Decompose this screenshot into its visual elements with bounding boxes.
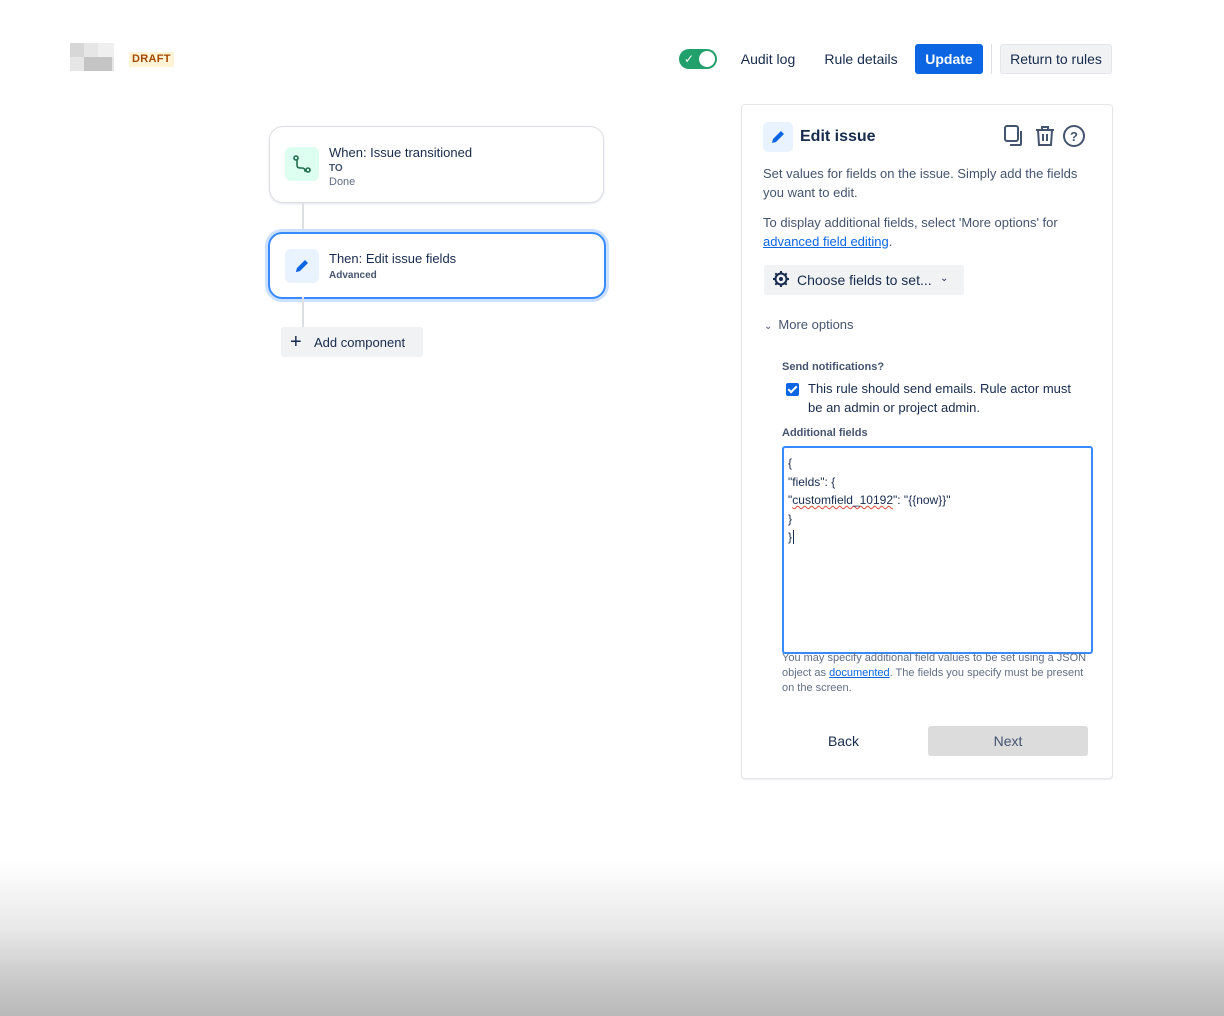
copy-icon[interactable] [1003,124,1027,148]
toggle-knob [699,51,715,67]
chevron-down-icon: ⌄ [764,321,773,332]
header-divider [991,44,992,74]
send-notifications-label: Send notifications? [782,361,885,373]
check-icon: ✓ [684,52,695,66]
chevron-down-icon: ⌄ [940,273,949,284]
panel-description: Set values for fields on the issue. Simp… [763,166,1078,200]
additional-fields-label: Additional fields [782,427,868,439]
action-sub-label: Advanced [329,270,377,281]
transition-icon [285,147,319,181]
return-to-rules-button[interactable]: Return to rules [1000,44,1112,74]
choose-fields-dropdown[interactable]: Choose fields to set... ⌄ [764,265,964,295]
pencil-icon [285,249,319,283]
trigger-sub-value: Done [329,176,356,188]
additional-fields-help: You may specify additional field values … [782,652,1087,694]
documented-link[interactable]: documented [829,667,890,679]
trigger-card[interactable]: When: Issue transitioned TO Done [269,126,604,203]
send-notifications-checkbox[interactable] [786,383,799,396]
add-component-button[interactable]: + Add component [281,327,423,357]
send-notifications-text: This rule should send emails. Rule actor… [808,381,1072,415]
add-component-label: Add component [314,335,406,350]
panel-description-2: To display additional fields, select 'Mo… [763,215,1058,249]
trigger-title: When: Issue transitioned [329,145,473,160]
update-button[interactable]: Update [915,44,983,74]
next-button[interactable]: Next [928,726,1088,756]
panel-title: Edit issue [800,128,876,145]
flow-connector-2 [302,297,304,327]
svg-text:?: ? [1070,129,1078,144]
choose-fields-label: Choose fields to set... [797,272,932,288]
additional-fields-textarea[interactable]: { "fields": { "customfield_10192": "{{no… [782,446,1093,654]
trash-icon[interactable] [1033,124,1057,148]
rule-details-button[interactable]: Rule details [817,44,905,74]
rule-enabled-toggle[interactable]: ✓ [679,49,717,69]
draft-badge: DRAFT [129,52,174,67]
trigger-sub-label: TO [329,163,343,174]
action-card[interactable]: Then: Edit issue fields Advanced [268,232,606,299]
text-cursor [793,530,795,544]
pencil-icon [763,122,793,152]
help-icon[interactable]: ? [1062,124,1086,148]
action-title: Then: Edit issue fields [329,251,457,266]
more-options-toggle[interactable]: ⌄ More options [764,317,854,332]
flow-connector [302,202,304,232]
gear-icon [772,270,790,288]
advanced-field-editing-link[interactable]: advanced field editing [763,234,889,249]
app-logo [70,43,114,71]
audit-log-button[interactable]: Audit log [733,44,803,74]
back-button[interactable]: Back [782,726,905,756]
plus-icon: + [290,331,302,353]
